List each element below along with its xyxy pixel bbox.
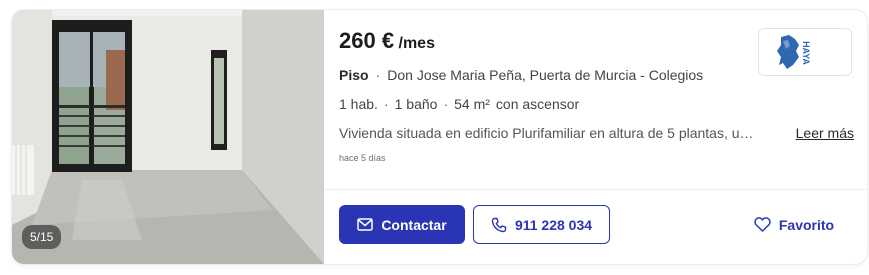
favorite-button[interactable]: Favorito — [748, 205, 840, 244]
price-amount: 260 € — [339, 28, 395, 53]
photo-counter: 5/15 — [22, 225, 62, 249]
address-separator: · — [375, 67, 381, 83]
phone-button[interactable]: 911 228 034 — [473, 205, 610, 244]
agency-logo[interactable]: HAYA — [758, 28, 852, 76]
contact-button-label: Contactar — [381, 216, 447, 233]
price-unit: /mes — [394, 35, 435, 52]
listing-photo[interactable]: 5/15 — [12, 10, 324, 264]
feature-bathrooms: 1 baño — [394, 96, 438, 112]
listing-card[interactable]: 5/15 260 € /mes HAYA Piso · Don Jose Maria… — [12, 10, 867, 264]
mail-icon — [357, 218, 374, 231]
description-text: Vivienda situada en edificio Plurifamili… — [339, 125, 759, 141]
favorite-button-label: Favorito — [778, 216, 835, 233]
feature-rooms: 1 hab. — [339, 96, 378, 112]
listing-address[interactable]: Piso · Don Jose Maria Peña, Puerta de Murc… — [339, 67, 703, 83]
listing-description[interactable]: Vivienda situada en edificio Plurifamili… — [339, 125, 854, 141]
property-location: Don Jose Maria Peña, Puerta de Murcia - … — [387, 67, 704, 83]
phone-button-label: 911 228 034 — [514, 216, 593, 233]
haya-logo-icon: HAYA — [777, 35, 811, 69]
feature-extra: con ascensor — [495, 96, 580, 112]
posted-date: hace 5 días — [339, 153, 386, 163]
actions-divider — [324, 189, 867, 190]
feature-separator: · — [383, 96, 389, 112]
contact-button[interactable]: Contactar — [339, 205, 465, 244]
feature-area: 54 m² — [454, 96, 490, 112]
phone-icon — [491, 217, 507, 232]
svg-text:HAYA: HAYA — [801, 41, 811, 65]
read-more-link[interactable]: Leer más — [796, 125, 854, 141]
feature-separator: · — [443, 96, 449, 112]
listing-price: 260 € /mes — [339, 28, 435, 54]
heart-icon — [754, 217, 771, 232]
listing-features: 1 hab. · 1 baño · 54 m² con ascensor — [339, 96, 579, 112]
property-type: Piso — [339, 67, 369, 83]
room-photo-image — [12, 10, 324, 264]
